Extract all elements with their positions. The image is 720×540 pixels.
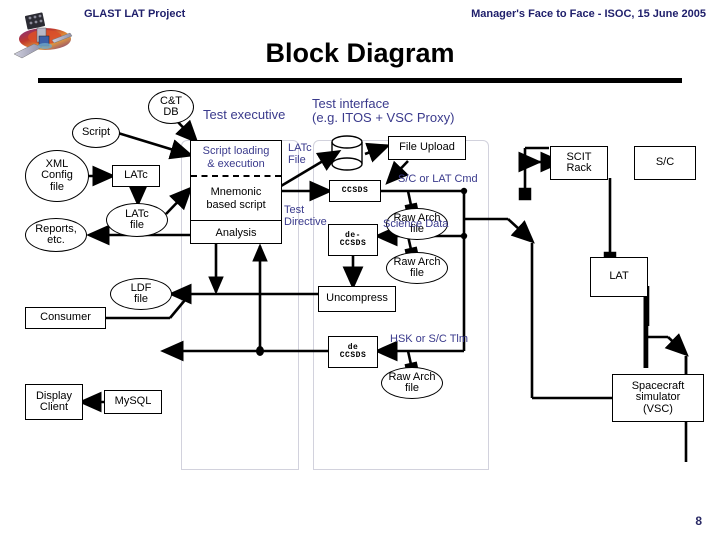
- node-label: CCSDS: [341, 185, 369, 195]
- edge-label-latc-file: LATc File: [288, 142, 312, 166]
- title-divider: [38, 78, 682, 83]
- node-raw-arch-file-science[interactable]: Raw Arch file: [386, 252, 448, 284]
- node-label: File Upload: [399, 141, 455, 154]
- node-label: Analysis: [215, 227, 257, 239]
- node-label: Raw Arch file: [388, 370, 436, 394]
- node-mnemonic-based-script[interactable]: Mnemonic based script: [191, 177, 281, 221]
- node-uncompress[interactable]: Uncompress: [318, 286, 396, 312]
- node-sc[interactable]: S/C: [634, 146, 696, 180]
- edge-label-test-directive: Test Directive: [284, 204, 327, 228]
- node-raw-arch-file-hsk[interactable]: Raw Arch file: [381, 367, 443, 399]
- node-de-ccsds-science[interactable]: de- CCSDS: [328, 224, 378, 256]
- node-xml-config-file[interactable]: XML Config file: [25, 150, 89, 202]
- node-display-client[interactable]: Display Client: [25, 384, 83, 420]
- node-ldf-file[interactable]: LDF file: [110, 278, 172, 310]
- node-reports[interactable]: Reports, etc.: [25, 218, 87, 252]
- edge-label-text: S/C or LAT Cmd: [398, 173, 478, 185]
- node-spacecraft-simulator[interactable]: Spacecraft simulator (VSC): [612, 374, 704, 422]
- edge-label-sc-or-lat-cmd: S/C or LAT Cmd: [398, 173, 478, 185]
- node-label: Script: [81, 126, 111, 139]
- edge-label-hsk-or-sc-tlm: HSK or S/C Tlm: [390, 333, 468, 345]
- node-label: Consumer: [40, 311, 91, 324]
- node-label: XML Config file: [41, 158, 73, 193]
- node-lat[interactable]: LAT: [590, 257, 648, 297]
- edge-label-text: Test Directive: [284, 204, 327, 229]
- header-meeting: Manager's Face to Face - ISOC, 15 June 2…: [471, 8, 706, 20]
- node-label: de- CCSDS: [339, 230, 367, 248]
- node-label: LAT: [609, 270, 629, 283]
- node-de-ccsds-hsk[interactable]: de CCSDS: [328, 336, 378, 368]
- block-diagram: Test executive Test interface (e.g. ITOS…: [0, 86, 720, 486]
- node-label: SCIT Rack: [566, 150, 592, 174]
- node-analysis[interactable]: Analysis: [191, 221, 281, 245]
- node-label: LDF file: [130, 281, 152, 305]
- node-label: Display Client: [35, 389, 73, 413]
- node-script-loading-execution[interactable]: Script loading & execution: [191, 141, 281, 177]
- edge-label-text: HSK or S/C Tlm: [390, 333, 469, 345]
- node-label: LATc: [124, 169, 148, 182]
- node-label: Reports, etc.: [35, 222, 77, 246]
- node-test-executive-block: Script loading & execution Mnemonic base…: [190, 140, 282, 244]
- page-title: Block Diagram: [265, 38, 455, 68]
- node-label: Spacecraft simulator (VSC): [631, 380, 685, 415]
- node-label: Raw Arch file: [393, 255, 441, 279]
- slide-canvas: GLAST LAT Project Manager's Face to Face…: [0, 0, 720, 540]
- node-mysql[interactable]: MySQL: [104, 390, 162, 414]
- node-scit-rack-label: SCIT Rack: [550, 146, 608, 180]
- header-project: GLAST LAT Project: [84, 8, 186, 20]
- edge-label-text: Science Data: [383, 218, 449, 230]
- node-label: Script loading & execution: [202, 145, 270, 170]
- database-cylinder-icon[interactable]: [328, 134, 366, 174]
- node-latc-file[interactable]: LATc file: [106, 203, 168, 237]
- node-ccsds-uplink[interactable]: CCSDS: [329, 180, 381, 202]
- node-label: C&T DB: [160, 94, 182, 118]
- node-latc[interactable]: LATc: [112, 165, 160, 187]
- node-consumer[interactable]: Consumer: [25, 307, 106, 329]
- node-ct-db[interactable]: C&T DB: [148, 90, 194, 124]
- edge-label-text: LATc File: [288, 142, 312, 167]
- node-label: MySQL: [114, 395, 152, 408]
- node-script[interactable]: Script: [72, 118, 120, 148]
- node-label: LATc file: [125, 207, 149, 231]
- page-number: 8: [695, 514, 702, 528]
- node-label: de CCSDS: [339, 342, 367, 360]
- node-file-upload[interactable]: File Upload: [388, 136, 466, 160]
- edge-label-science-data: Science Data: [383, 218, 448, 230]
- node-label: Mnemonic based script: [206, 185, 266, 211]
- node-label: S/C: [655, 156, 675, 169]
- node-label: Uncompress: [326, 292, 388, 305]
